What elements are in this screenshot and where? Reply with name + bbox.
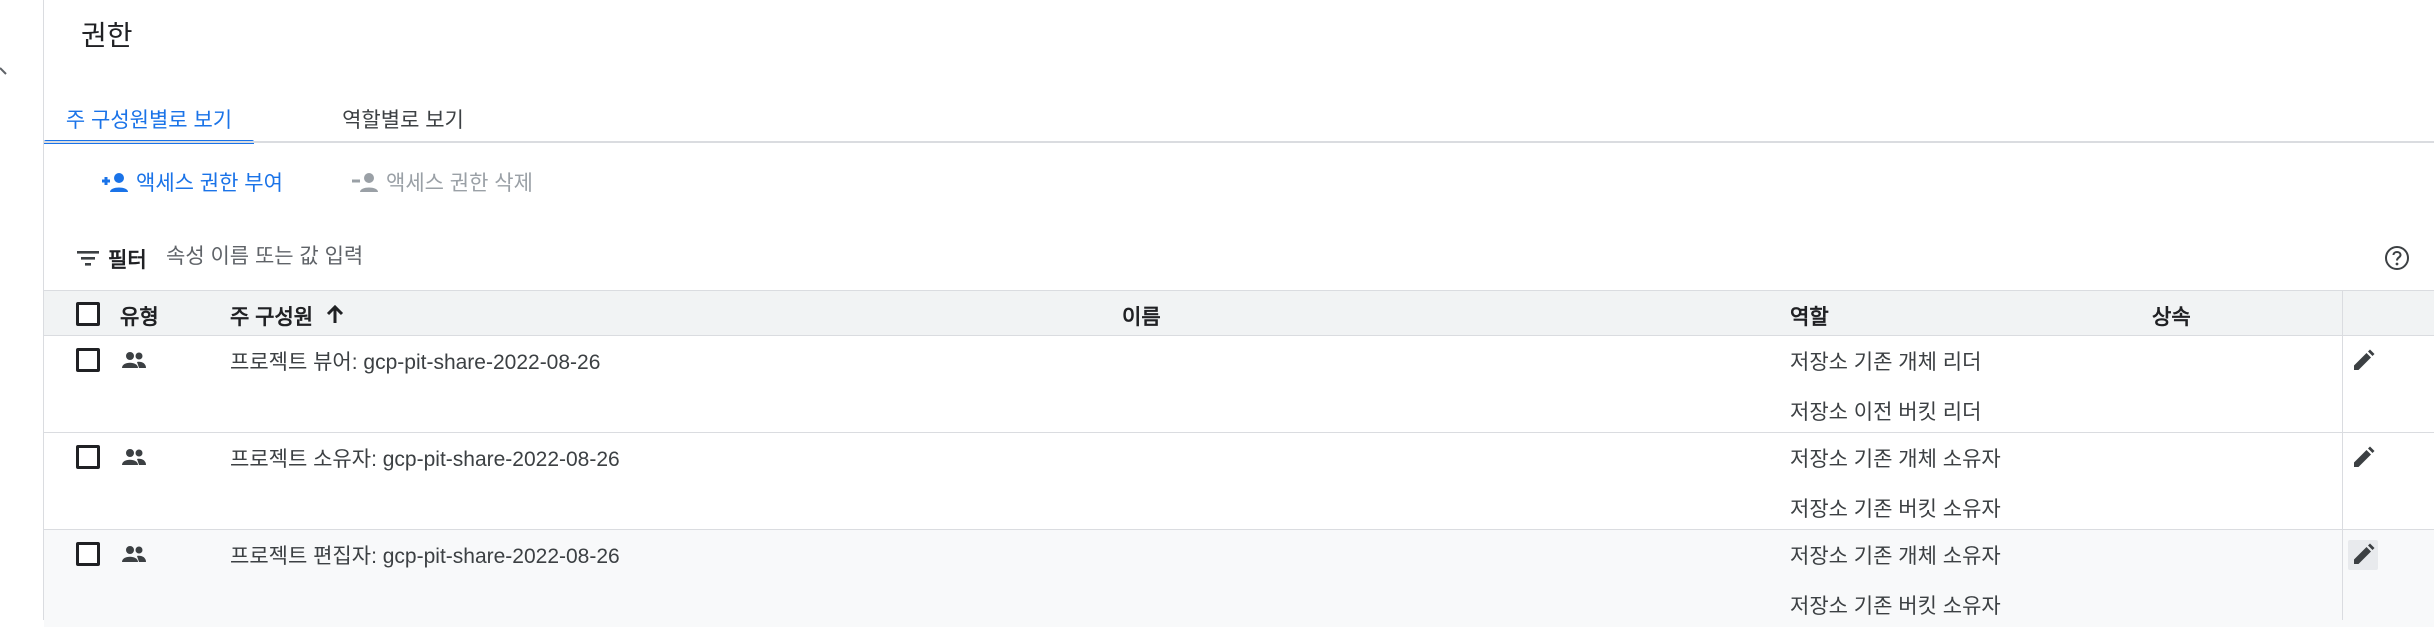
remove-access-button[interactable]: 액세스 권한 삭제 — [350, 165, 533, 199]
person-add-icon — [102, 173, 128, 192]
table-row: 프로젝트 뷰어: gcp-pit-share-2022-08-26 저장소 기존… — [44, 336, 2434, 433]
group-icon — [122, 546, 146, 562]
grant-access-label: 액세스 권한 부여 — [136, 172, 283, 195]
column-header-principal[interactable]: 주 구성원 — [230, 301, 313, 331]
arrow-upward-icon[interactable] — [324, 303, 346, 325]
help-outline-icon[interactable] — [2384, 245, 2410, 271]
tab-view-by-role[interactable]: 역할별로 보기 — [326, 96, 480, 142]
person-remove-icon — [352, 173, 378, 192]
filter-label: 필터 — [108, 249, 147, 272]
remove-access-label: 액세스 권한 삭제 — [386, 172, 533, 195]
role-cell: 저장소 기존 개체 소유자 — [1790, 448, 2001, 471]
tabs-divider — [44, 141, 2434, 143]
principal-cell[interactable]: 프로젝트 뷰어: gcp-pit-share-2022-08-26 — [230, 346, 600, 376]
filter-bar: 필터 — [44, 238, 2434, 278]
filter-input[interactable] — [164, 238, 1768, 276]
role-cell: 저장소 기존 개체 소유자 — [1790, 545, 2001, 568]
table-row: 프로젝트 소유자: gcp-pit-share-2022-08-26 저장소 기… — [44, 433, 2434, 530]
edit-pencil-icon[interactable] — [2348, 346, 2378, 376]
role-cell: 저장소 이전 버킷 리더 — [1790, 401, 1982, 424]
filter-list-icon — [77, 251, 99, 266]
column-header-role: 역할 — [1790, 306, 1829, 329]
tab-view-by-principal[interactable]: 주 구성원별로 보기 — [44, 96, 254, 144]
edit-pencil-icon[interactable] — [2348, 443, 2378, 473]
group-icon — [122, 449, 146, 465]
column-header-type: 유형 — [120, 306, 159, 329]
edit-pencil-icon[interactable] — [2348, 540, 2378, 570]
column-header-inheritance: 상속 — [2152, 306, 2191, 329]
role-cell: 저장소 기존 버킷 소유자 — [1790, 595, 2001, 618]
row-checkbox[interactable] — [76, 542, 100, 566]
view-tabs: 주 구성원별로 보기 역할별로 보기 — [44, 96, 2434, 144]
action-column-divider — [2342, 290, 2343, 620]
row-checkbox[interactable] — [76, 348, 100, 372]
table-row: 프로젝트 편집자: gcp-pit-share-2022-08-26 저장소 기… — [44, 530, 2434, 627]
select-all-checkbox[interactable] — [76, 302, 100, 326]
column-header-name: 이름 — [1122, 306, 1161, 329]
row-checkbox[interactable] — [76, 445, 100, 469]
group-icon — [122, 352, 146, 368]
role-cell: 저장소 기존 버킷 소유자 — [1790, 498, 2001, 521]
page-title: 권한 — [81, 20, 133, 51]
principal-cell[interactable]: 프로젝트 편집자: gcp-pit-share-2022-08-26 — [230, 540, 620, 570]
left-panel-edge — [0, 0, 44, 620]
collapse-chevron-icon[interactable] — [0, 66, 14, 80]
principal-cell[interactable]: 프로젝트 소유자: gcp-pit-share-2022-08-26 — [230, 443, 620, 473]
permissions-table: 유형 주 구성원 이름 역할 상속 프로젝트 뷰어: gcp-pit-share… — [44, 290, 2434, 627]
role-cell: 저장소 기존 개체 리더 — [1790, 351, 1982, 374]
grant-access-button[interactable]: 액세스 권한 부여 — [100, 165, 283, 199]
table-header-row: 유형 주 구성원 이름 역할 상속 — [44, 290, 2434, 336]
